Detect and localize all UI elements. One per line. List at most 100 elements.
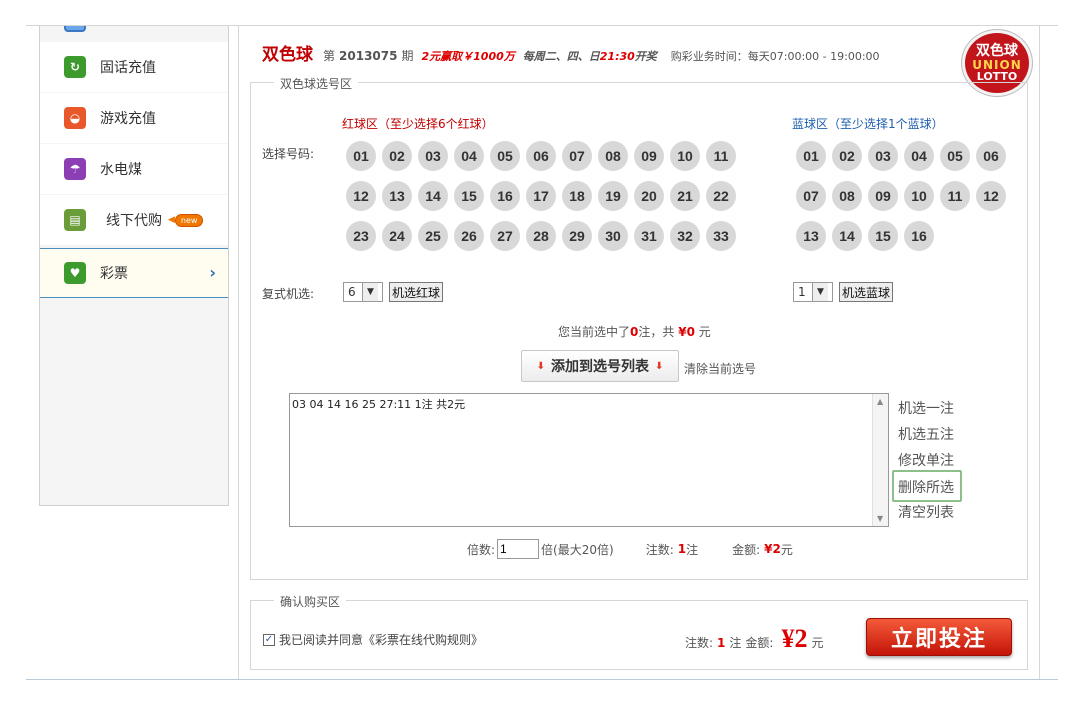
red-ball[interactable]: 30 bbox=[598, 221, 628, 251]
multiplier-max: 倍(最大20倍) bbox=[541, 542, 614, 557]
order-total: 注数: 1 注 金额: ¥2 元 bbox=[685, 624, 823, 654]
red-ball[interactable]: 02 bbox=[382, 141, 412, 171]
sidebar-item-lottery[interactable]: ♥ 彩票 › bbox=[40, 248, 228, 298]
total-bets-unit: 注 bbox=[729, 636, 742, 650]
red-ball[interactable]: 04 bbox=[454, 141, 484, 171]
arrow-down-icon: ⬇ bbox=[536, 360, 545, 372]
sidebar-item-game-recharge[interactable]: ◒ 游戏充值 bbox=[40, 93, 228, 143]
blue-ball[interactable]: 12 bbox=[976, 181, 1006, 211]
draw-days: 每周二、四、日 bbox=[522, 50, 600, 63]
red-ball[interactable]: 27 bbox=[490, 221, 520, 251]
clear-list-link[interactable]: 清空列表 bbox=[898, 502, 968, 522]
red-ball[interactable]: 03 bbox=[418, 141, 448, 171]
blue-ball[interactable]: 01 bbox=[796, 141, 826, 171]
summary-mid: 注，共 bbox=[638, 325, 675, 339]
red-zone-title: 红球区（至少选择6个红球） bbox=[342, 117, 494, 131]
blue-count-select[interactable]: 1 ▼ bbox=[793, 282, 833, 302]
blue-ball[interactable]: 15 bbox=[868, 221, 898, 251]
red-ball[interactable]: 05 bbox=[490, 141, 520, 171]
selection-list[interactable]: 03 04 14 16 25 27:11 1注 共2元 ▲ ▼ bbox=[289, 393, 889, 527]
red-ball[interactable]: 17 bbox=[526, 181, 556, 211]
red-ball[interactable]: 06 bbox=[526, 141, 556, 171]
multi-random-label: 复式机选: bbox=[262, 287, 315, 301]
red-ball[interactable]: 14 bbox=[418, 181, 448, 211]
scroll-down-icon[interactable]: ▼ bbox=[877, 514, 883, 523]
blue-ball[interactable]: 04 bbox=[904, 141, 934, 171]
red-ball[interactable]: 23 bbox=[346, 221, 376, 251]
sidebar-item-landline-recharge[interactable]: ↻ 固话充值 bbox=[40, 42, 228, 92]
blue-ball[interactable]: 10 bbox=[904, 181, 934, 211]
blue-ball[interactable]: 09 bbox=[868, 181, 898, 211]
random-red-button[interactable]: 机选红球 bbox=[389, 282, 444, 302]
red-ball[interactable]: 08 bbox=[598, 141, 628, 171]
random-one-link[interactable]: 机选一注 bbox=[898, 398, 968, 418]
red-ball[interactable]: 24 bbox=[382, 221, 412, 251]
sidebar-item-offline-purchase[interactable]: ▤ 线下代购 ◀ new bbox=[40, 195, 228, 245]
blue-ball[interactable]: 16 bbox=[904, 221, 934, 251]
red-ball[interactable]: 19 bbox=[598, 181, 628, 211]
list-scrollbar[interactable]: ▲ ▼ bbox=[872, 394, 888, 526]
red-ball[interactable]: 21 bbox=[670, 181, 700, 211]
red-ball[interactable]: 01 bbox=[346, 141, 376, 171]
amount-label: 金额: bbox=[732, 542, 761, 557]
blue-ball[interactable]: 07 bbox=[796, 181, 826, 211]
agree-text[interactable]: 我已阅读并同意《彩票在线代购规则》 bbox=[279, 631, 483, 648]
red-ball[interactable]: 33 bbox=[706, 221, 736, 251]
bet-now-button[interactable]: 立即投注 bbox=[866, 618, 1012, 656]
confirm-legend: 确认购买区 bbox=[274, 593, 347, 610]
random-five-link[interactable]: 机选五注 bbox=[898, 424, 968, 444]
new-badge: new bbox=[174, 213, 204, 227]
list-item[interactable]: 03 04 14 16 25 27:11 1注 共2元 bbox=[292, 396, 465, 412]
sidebar-item-utilities[interactable]: ☂ 水电煤 bbox=[40, 144, 228, 194]
draw-time: 21:30 bbox=[599, 50, 635, 63]
red-ball[interactable]: 10 bbox=[670, 141, 700, 171]
blue-ball[interactable]: 06 bbox=[976, 141, 1006, 171]
red-ball[interactable]: 29 bbox=[562, 221, 592, 251]
add-to-list-button[interactable]: ⬇ 添加到选号列表 ⬇ bbox=[521, 350, 679, 382]
blue-ball[interactable]: 13 bbox=[796, 221, 826, 251]
blue-ball[interactable]: 02 bbox=[832, 141, 862, 171]
red-ball[interactable]: 09 bbox=[634, 141, 664, 171]
red-ball[interactable]: 12 bbox=[346, 181, 376, 211]
red-ball[interactable]: 13 bbox=[382, 181, 412, 211]
multiplier-input[interactable] bbox=[497, 539, 540, 559]
business-hours: 购彩业务时间：每天07:00:00 - 19:00:00 bbox=[670, 50, 880, 63]
bets-unit: 注 bbox=[686, 542, 699, 557]
game-controller-icon: ◒ bbox=[64, 107, 86, 129]
red-ball[interactable]: 31 bbox=[634, 221, 664, 251]
red-ball[interactable]: 26 bbox=[454, 221, 484, 251]
amount-value: ¥2 bbox=[764, 542, 781, 556]
random-blue-button[interactable]: 机选蓝球 bbox=[839, 282, 894, 302]
logo-line1: 双色球 bbox=[976, 43, 1018, 59]
red-ball[interactable]: 22 bbox=[706, 181, 736, 211]
red-ball[interactable]: 28 bbox=[526, 221, 556, 251]
current-selection-summary: 您当前选中了0注，共 ¥0 元 bbox=[558, 323, 711, 340]
red-count-select[interactable]: 6 ▼ bbox=[343, 282, 383, 302]
blue-ball[interactable]: 11 bbox=[940, 181, 970, 211]
utilities-icon: ☂ bbox=[64, 158, 86, 180]
sidebar-item-label: 固话充值 bbox=[100, 60, 156, 76]
selection-legend: 双色球选号区 bbox=[274, 75, 359, 92]
red-ball[interactable]: 11 bbox=[706, 141, 736, 171]
delete-selected-link[interactable]: 删除所选 bbox=[892, 470, 962, 502]
edit-bet-link[interactable]: 修改单注 bbox=[898, 450, 968, 470]
blue-ball[interactable]: 05 bbox=[940, 141, 970, 171]
sidebar-partial-icon bbox=[64, 26, 86, 32]
red-ball[interactable]: 32 bbox=[670, 221, 700, 251]
issue-prefix: 第 bbox=[323, 49, 336, 63]
red-ball[interactable]: 15 bbox=[454, 181, 484, 211]
blue-count-value: 1 bbox=[798, 285, 806, 299]
blue-ball[interactable]: 08 bbox=[832, 181, 862, 211]
red-ball[interactable]: 20 bbox=[634, 181, 664, 211]
red-ball[interactable]: 18 bbox=[562, 181, 592, 211]
red-ball[interactable]: 07 bbox=[562, 141, 592, 171]
blue-ball[interactable]: 03 bbox=[868, 141, 898, 171]
agree-checkbox[interactable]: ✓ bbox=[263, 633, 275, 646]
red-ball[interactable]: 25 bbox=[418, 221, 448, 251]
bets-label: 注数: bbox=[645, 542, 674, 557]
red-ball[interactable]: 16 bbox=[490, 181, 520, 211]
clear-current-link[interactable]: 清除当前选号 bbox=[684, 360, 756, 377]
scroll-up-icon[interactable]: ▲ bbox=[877, 397, 883, 406]
blue-ball[interactable]: 14 bbox=[832, 221, 862, 251]
phone-recharge-icon: ↻ bbox=[64, 56, 86, 78]
